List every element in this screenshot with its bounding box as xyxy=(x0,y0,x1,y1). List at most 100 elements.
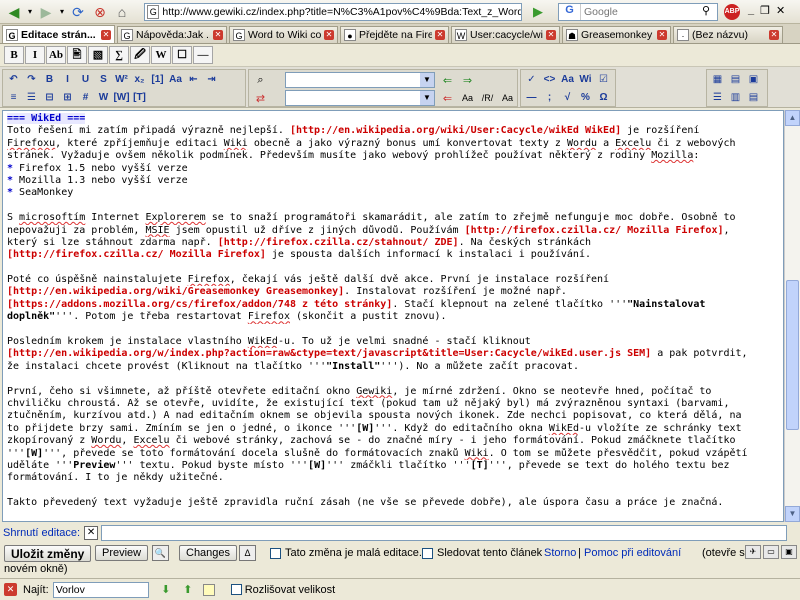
find-next-icon[interactable]: ⇒ xyxy=(459,72,476,88)
chevron-down-icon[interactable]: ▼ xyxy=(420,73,434,87)
browser-tab[interactable]: G Nápověda:Jak ... ✕ xyxy=(117,26,227,43)
reload-button[interactable]: ⟳ xyxy=(68,2,88,22)
stop-button[interactable]: ⊗ xyxy=(90,2,110,22)
browser-tab[interactable]: ☗Greasemonkey ...✕ xyxy=(562,26,671,43)
wiked-button-icon[interactable]: ▣ xyxy=(745,72,762,88)
wiked-button-icon[interactable]: Ω xyxy=(595,90,612,106)
match-case-checkbox[interactable] xyxy=(230,584,242,595)
summary-input[interactable] xyxy=(101,525,788,541)
wiked-button-icon[interactable]: ⊞ xyxy=(59,90,76,106)
wiked-button-icon[interactable]: ☰ xyxy=(23,90,40,106)
wiked-button-icon[interactable]: % xyxy=(577,90,594,106)
cancel-link[interactable]: Storno xyxy=(544,547,576,559)
browser-tab[interactable]: ●Přejděte na Fire...✕ xyxy=(340,26,449,43)
fullscreen-icon[interactable]: ▭ xyxy=(763,545,779,559)
search-bar[interactable]: G ⚲ xyxy=(558,3,718,21)
editor-scrollbar[interactable]: ▲ ▼ xyxy=(784,110,800,522)
replace-text-select[interactable]: ▼ xyxy=(285,90,435,106)
scroll-up-icon[interactable]: ▲ xyxy=(785,110,800,126)
wiked-button-icon[interactable]: ▤ xyxy=(745,90,762,106)
wiked-button-icon[interactable]: ▥ xyxy=(727,90,744,106)
wiked-button-icon[interactable]: <> xyxy=(541,72,558,88)
replace-all-icon[interactable]: Aa xyxy=(459,90,476,106)
wiked-button-icon[interactable]: Wi xyxy=(577,72,594,88)
wiked-button-icon[interactable]: W xyxy=(95,90,112,106)
math-icon[interactable]: W xyxy=(151,46,171,64)
wiked-button-icon[interactable]: ≡ xyxy=(5,90,22,106)
preview-local-icon[interactable]: 🔍 xyxy=(152,545,169,561)
wiked-button-icon[interactable]: ☰ xyxy=(709,90,726,106)
find-text-select[interactable]: ▼ xyxy=(285,72,435,88)
back-button[interactable]: ◀ xyxy=(4,2,24,22)
chevron-down-icon[interactable]: ▼ xyxy=(420,91,434,105)
wiked-button-icon[interactable]: x₂ xyxy=(131,72,148,88)
search-magnifier-icon[interactable]: ⚲ xyxy=(697,4,715,20)
wiked-button-icon[interactable]: ↶ xyxy=(5,72,22,88)
wiked-button-icon[interactable]: √ xyxy=(559,90,576,106)
clear-summary-icon[interactable]: ✕ xyxy=(84,526,99,540)
close-tab-icon[interactable]: ✕ xyxy=(213,30,223,40)
replace-icon[interactable]: ⇄ xyxy=(252,90,269,106)
wiked-button-icon[interactable]: ↷ xyxy=(23,72,40,88)
close-tab-icon[interactable]: ✕ xyxy=(324,30,334,40)
editing-help-link[interactable]: Pomoc při editování xyxy=(584,547,681,559)
image-icon[interactable]: ∑ xyxy=(109,46,129,64)
go-button[interactable]: ▶ xyxy=(530,4,546,20)
scroll-down-icon[interactable]: ▼ xyxy=(785,506,800,522)
wiked-button-icon[interactable]: ☑ xyxy=(595,72,612,88)
wiked-button-icon[interactable]: S xyxy=(95,72,112,88)
find-prev-icon[interactable]: ⇐ xyxy=(439,72,456,88)
wiked-button-icon[interactable]: ▤ xyxy=(727,72,744,88)
wiked-button-icon[interactable]: B xyxy=(41,72,58,88)
browser-tab[interactable]: GWord to Wiki co...✕ xyxy=(229,26,338,43)
wiked-button-icon[interactable]: ⇥ xyxy=(203,72,220,88)
find-next-arrow-icon[interactable]: ⬇ xyxy=(159,583,173,597)
wiked-button-icon[interactable]: [T] xyxy=(131,90,148,106)
wiked-button-icon[interactable]: ⇤ xyxy=(185,72,202,88)
toggle-wiked-icon[interactable]: ▣ xyxy=(781,545,797,559)
wiked-button-icon[interactable]: ✓ xyxy=(523,72,540,88)
url-text[interactable]: http://www.gewiki.cz/index.php?title=N%C… xyxy=(162,6,521,18)
search-input[interactable] xyxy=(581,6,697,18)
nowiki-icon[interactable]: ☐ xyxy=(172,46,192,64)
wiked-button-icon[interactable]: ⊟ xyxy=(41,90,58,106)
close-tab-icon[interactable]: ✕ xyxy=(546,30,556,40)
back-dropdown-icon[interactable]: ▾ xyxy=(26,2,34,22)
wiked-button-icon[interactable]: U xyxy=(77,72,94,88)
wiked-button-icon[interactable]: Aa xyxy=(559,72,576,88)
forward-button[interactable]: ▶ xyxy=(36,2,56,22)
wiked-button-icon[interactable]: — xyxy=(523,90,540,106)
find-icon[interactable]: ⌕ xyxy=(252,72,269,88)
headline-icon[interactable]: ▧ xyxy=(88,46,108,64)
find-input[interactable] xyxy=(52,581,149,598)
close-find-icon[interactable]: ✕ xyxy=(4,583,17,596)
browser-tab[interactable]: G Editace strán... ✕ xyxy=(2,25,115,43)
forward-dropdown-icon[interactable]: ▾ xyxy=(58,2,66,22)
wiked-button-icon[interactable]: Aa xyxy=(167,72,184,88)
minor-edit-checkbox[interactable] xyxy=(270,548,281,559)
browser-tab[interactable]: WUser:cacycle/wi...✕ xyxy=(451,26,560,43)
wiked-button-icon[interactable]: [W] xyxy=(113,90,130,106)
adblock-icon[interactable]: ABP xyxy=(724,4,740,20)
wiked-button-icon[interactable]: ; xyxy=(541,90,558,106)
wiked-button-icon[interactable]: ▦ xyxy=(709,72,726,88)
highlight-all-icon[interactable] xyxy=(202,583,215,596)
wiked-button-icon[interactable]: W² xyxy=(113,72,130,88)
case-icon[interactable]: Aa xyxy=(499,90,516,106)
save-button[interactable]: Uložit změny xyxy=(4,545,92,562)
close-tab-icon[interactable]: ✕ xyxy=(769,30,779,40)
replace-prev-icon[interactable]: ⇐ xyxy=(439,90,456,106)
wiked-logo-icon[interactable]: ✈ xyxy=(745,545,761,559)
preview-button[interactable]: Preview xyxy=(95,545,149,561)
search-engine-icon[interactable]: G xyxy=(559,4,581,20)
changes-local-icon[interactable]: Δ xyxy=(239,545,256,561)
wiki-text-editor[interactable]: === WikEd === Toto řešení mi zatím připad… xyxy=(2,110,784,522)
minimize-icon[interactable]: _ xyxy=(748,4,754,17)
scroll-thumb[interactable] xyxy=(786,280,799,430)
close-tab-icon[interactable]: ✕ xyxy=(435,30,445,40)
signature-icon[interactable]: — xyxy=(193,46,213,64)
media-icon[interactable]: 🖉 xyxy=(130,46,150,64)
browser-tab[interactable]: · (Bez názvu) ✕ xyxy=(673,26,783,43)
url-bar[interactable]: G http://www.gewiki.cz/index.php?title=N… xyxy=(144,3,522,21)
home-button[interactable]: ⌂ xyxy=(112,2,132,22)
